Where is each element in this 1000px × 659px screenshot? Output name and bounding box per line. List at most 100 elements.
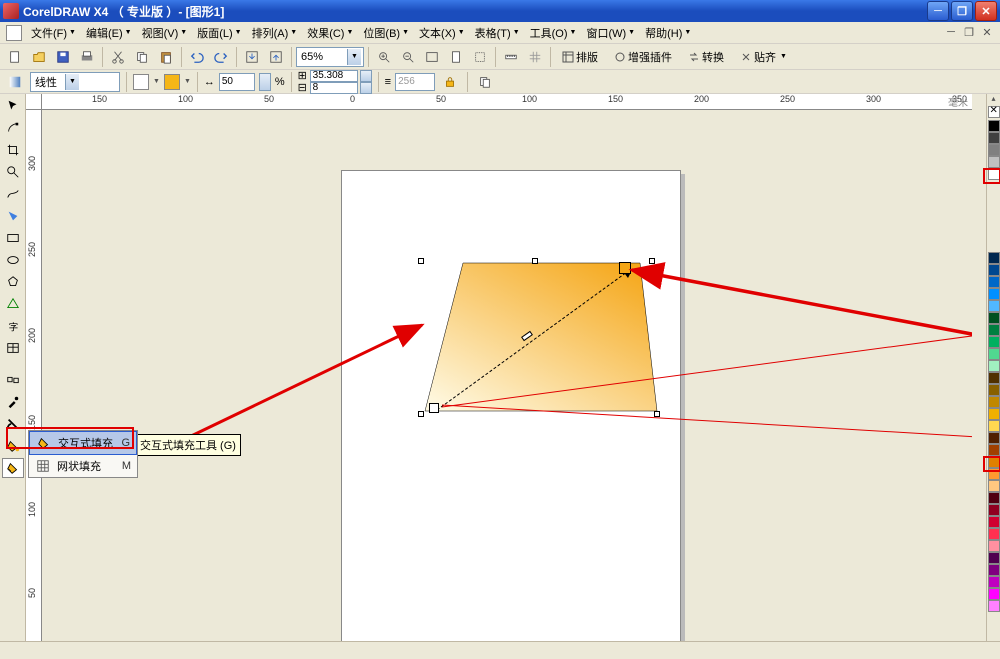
steps-lock-button[interactable] xyxy=(439,71,461,93)
midpoint-input[interactable]: 50 xyxy=(219,73,255,91)
color-swatch[interactable] xyxy=(988,552,1000,564)
menu-edit[interactable]: 编辑(E)▼ xyxy=(81,23,137,43)
menu-window[interactable]: 窗口(W)▼ xyxy=(581,23,640,43)
crop-tool[interactable] xyxy=(2,140,24,160)
text-tool[interactable]: 字 xyxy=(2,316,24,336)
color-swatch[interactable] xyxy=(988,420,1000,432)
selection-handle[interactable] xyxy=(418,258,424,264)
new-button[interactable] xyxy=(4,46,26,68)
color-swatch[interactable] xyxy=(988,264,1000,276)
menu-file[interactable]: 文件(F)▼ xyxy=(26,23,81,43)
flyout-interactive-fill[interactable]: 交互式填充 G xyxy=(29,431,137,455)
flyout-mesh-fill[interactable]: 网状填充 M xyxy=(29,455,137,477)
zoom-page-button[interactable] xyxy=(445,46,467,68)
color-swatch[interactable] xyxy=(988,168,1000,180)
color-swatch[interactable] xyxy=(988,516,1000,528)
table-tool[interactable] xyxy=(2,338,24,358)
color-swatch[interactable] xyxy=(988,276,1000,288)
rectangle-tool[interactable] xyxy=(2,228,24,248)
show-grid-button[interactable] xyxy=(524,46,546,68)
copy-properties-button[interactable] xyxy=(474,71,496,93)
close-button[interactable]: ✕ xyxy=(975,1,997,21)
horizontal-ruler[interactable]: 15010050050100150200250300350 xyxy=(42,94,972,110)
trapezoid-shape[interactable] xyxy=(423,260,658,415)
convert-button[interactable]: 转换 xyxy=(681,46,731,68)
open-button[interactable] xyxy=(28,46,50,68)
no-color-swatch[interactable] xyxy=(988,106,1000,118)
color-swatch[interactable] xyxy=(988,468,1000,480)
zoom-fit-button[interactable] xyxy=(421,46,443,68)
zoom-dropdown[interactable]: 65% ▼ xyxy=(296,47,364,67)
vertical-ruler[interactable]: 300250200150100500 xyxy=(26,110,42,641)
color-swatch[interactable] xyxy=(988,576,1000,588)
menu-layout[interactable]: 版面(L)▼ xyxy=(192,23,246,43)
canvas[interactable] xyxy=(42,110,972,641)
undo-button[interactable] xyxy=(186,46,208,68)
zoom-in-button[interactable] xyxy=(373,46,395,68)
color-swatch[interactable] xyxy=(988,144,1000,156)
zoom-tool[interactable] xyxy=(2,162,24,182)
color-swatch[interactable] xyxy=(988,444,1000,456)
color-swatch[interactable] xyxy=(988,288,1000,300)
fill-type-button[interactable] xyxy=(4,71,26,93)
menu-arrange[interactable]: 排列(A)▼ xyxy=(247,23,303,43)
outline-tool[interactable] xyxy=(2,414,24,434)
color-swatch[interactable] xyxy=(988,348,1000,360)
selection-handle[interactable] xyxy=(532,258,538,264)
y-input[interactable]: 8 xyxy=(310,82,358,94)
color-swatch[interactable] xyxy=(988,300,1000,312)
menu-effects[interactable]: 效果(C)▼ xyxy=(302,23,358,43)
color-swatch[interactable] xyxy=(988,324,1000,336)
color-swatch[interactable] xyxy=(988,600,1000,612)
copy-button[interactable] xyxy=(131,46,153,68)
fill-style-dropdown[interactable]: 线性 ▼ xyxy=(30,72,120,92)
freehand-tool[interactable] xyxy=(2,184,24,204)
doc-minimize-button[interactable]: ─ xyxy=(944,26,958,39)
pick-tool[interactable] xyxy=(2,96,24,116)
shape-tool[interactable] xyxy=(2,118,24,138)
color-swatch[interactable] xyxy=(988,360,1000,372)
color-swatch[interactable] xyxy=(988,504,1000,516)
menu-text[interactable]: 文本(X)▼ xyxy=(414,23,470,43)
save-button[interactable] xyxy=(52,46,74,68)
x-input[interactable]: 35.308 xyxy=(310,70,358,82)
zoom-out-button[interactable] xyxy=(397,46,419,68)
chevron-down-icon[interactable]: ▼ xyxy=(153,78,160,85)
minimize-button[interactable]: ─ xyxy=(927,1,949,21)
color-swatch[interactable] xyxy=(988,492,1000,504)
doc-restore-button[interactable]: ❐ xyxy=(962,26,976,39)
midpoint-spinner[interactable] xyxy=(259,73,271,91)
color-swatch[interactable] xyxy=(988,564,1000,576)
cut-button[interactable] xyxy=(107,46,129,68)
color-swatch[interactable] xyxy=(988,132,1000,144)
color-swatch[interactable] xyxy=(988,540,1000,552)
color-swatch[interactable] xyxy=(988,528,1000,540)
steps-input[interactable]: 256 xyxy=(395,73,435,91)
menu-view[interactable]: 视图(V)▼ xyxy=(137,23,193,43)
show-rulers-button[interactable] xyxy=(500,46,522,68)
app-menu-icon[interactable] xyxy=(6,25,22,41)
polygon-tool[interactable] xyxy=(2,272,24,292)
basic-shapes-tool[interactable] xyxy=(2,294,24,314)
color-swatch[interactable] xyxy=(988,432,1000,444)
maximize-button[interactable]: ❐ xyxy=(951,1,973,21)
menu-tools[interactable]: 工具(O)▼ xyxy=(525,23,582,43)
fill-tool[interactable] xyxy=(2,436,24,456)
plugin-button[interactable]: 增强插件 xyxy=(607,46,679,68)
selection-handle[interactable] xyxy=(654,411,660,417)
selection-handle[interactable] xyxy=(649,258,655,264)
import-button[interactable] xyxy=(241,46,263,68)
gradient-start-handle[interactable] xyxy=(429,403,439,413)
redo-button[interactable] xyxy=(210,46,232,68)
color-swatch[interactable] xyxy=(988,156,1000,168)
from-color-swatch[interactable] xyxy=(133,74,149,90)
doc-close-button[interactable]: ✕ xyxy=(980,26,994,39)
export-button[interactable] xyxy=(265,46,287,68)
snap-button[interactable]: 贴齐▼ xyxy=(733,46,794,68)
selection-handle[interactable] xyxy=(418,411,424,417)
color-swatch[interactable] xyxy=(988,456,1000,468)
color-swatch[interactable] xyxy=(988,384,1000,396)
interactive-fill-tool[interactable] xyxy=(2,458,24,478)
color-swatch[interactable] xyxy=(988,336,1000,348)
to-color-swatch[interactable] xyxy=(164,74,180,90)
